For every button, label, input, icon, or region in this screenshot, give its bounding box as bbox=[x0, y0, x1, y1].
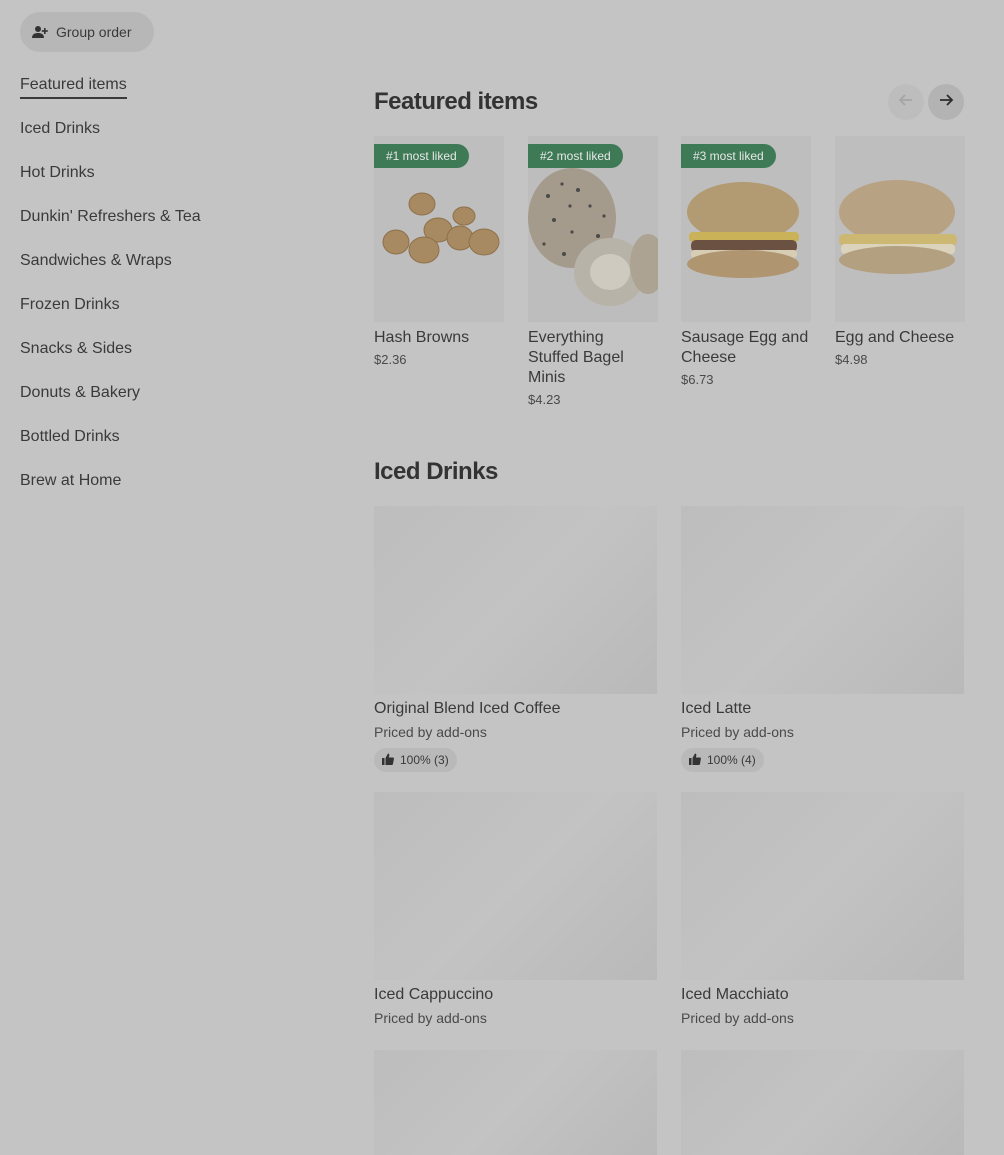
item-image-placeholder bbox=[374, 792, 657, 980]
sidebar-item-sandwiches-wraps[interactable]: Sandwiches & Wraps bbox=[20, 250, 320, 294]
item-price-note: Priced by add-ons bbox=[374, 724, 487, 740]
item-name: Sausage Egg and Cheese bbox=[681, 329, 809, 366]
menu-item-card[interactable]: Iced Latte Priced by add-ons 100% (4) bbox=[681, 506, 964, 772]
sidebar-item-brew-at-home[interactable]: Brew at Home bbox=[20, 470, 320, 514]
menu-item-card[interactable] bbox=[681, 1050, 964, 1155]
carousel-controls bbox=[888, 84, 964, 120]
item-image-placeholder bbox=[681, 506, 964, 694]
menu-item-card[interactable]: Original Blend Iced Coffee Priced by add… bbox=[374, 506, 657, 772]
item-image-placeholder bbox=[681, 792, 964, 980]
rating-text: 100% (3) bbox=[400, 753, 449, 767]
most-liked-badge: #1 most liked bbox=[374, 144, 469, 168]
most-liked-badge: #2 most liked bbox=[528, 144, 623, 168]
most-liked-badge: #3 most liked bbox=[681, 144, 776, 168]
arrow-left-icon bbox=[898, 92, 914, 113]
category-sidebar: Featured items Iced Drinks Hot Drinks Du… bbox=[20, 74, 320, 514]
item-name: Everything Stuffed Bagel Minis bbox=[528, 329, 624, 386]
item-name: Iced Cappuccino bbox=[374, 986, 494, 1003]
item-price: $6.73 bbox=[681, 372, 714, 387]
menu-item-card[interactable]: Iced Cappuccino Priced by add-ons bbox=[374, 792, 657, 1026]
featured-item-card[interactable]: #2 most liked Everything Stuffed Bagel M… bbox=[528, 136, 658, 407]
item-image: #3 most liked bbox=[681, 136, 811, 322]
carousel-prev-button[interactable] bbox=[888, 84, 924, 120]
item-image bbox=[835, 136, 965, 322]
thumbs-up-icon bbox=[382, 753, 394, 768]
item-image-placeholder bbox=[374, 506, 657, 694]
sidebar-item-donuts-bakery[interactable]: Donuts & Bakery bbox=[20, 382, 320, 426]
rating-badge: 100% (4) bbox=[681, 748, 764, 772]
thumbs-up-icon bbox=[689, 753, 701, 768]
item-name: Hash Browns bbox=[374, 329, 470, 346]
featured-carousel: #1 most liked Hash Browns $2.36 #2 most … bbox=[374, 136, 1004, 426]
item-name: Iced Latte bbox=[681, 700, 752, 717]
item-price-note: Priced by add-ons bbox=[681, 724, 794, 740]
sidebar-item-frozen-drinks[interactable]: Frozen Drinks bbox=[20, 294, 320, 338]
item-image: #1 most liked bbox=[374, 136, 504, 322]
menu-item-card[interactable] bbox=[374, 1050, 657, 1155]
rating-badge: 100% (3) bbox=[374, 748, 457, 772]
item-price: $4.98 bbox=[835, 352, 868, 367]
sidebar-item-snacks-sides[interactable]: Snacks & Sides bbox=[20, 338, 320, 382]
sidebar-item-iced-drinks[interactable]: Iced Drinks bbox=[20, 118, 320, 162]
group-order-label: Group order bbox=[56, 24, 132, 40]
featured-item-card[interactable]: #1 most liked Hash Browns $2.36 bbox=[374, 136, 504, 367]
group-order-button[interactable]: Group order bbox=[20, 12, 154, 52]
sidebar-item-hot-drinks[interactable]: Hot Drinks bbox=[20, 162, 320, 206]
item-price-note: Priced by add-ons bbox=[681, 1010, 794, 1026]
arrow-right-icon bbox=[938, 92, 954, 113]
sidebar-item-refreshers-tea[interactable]: Dunkin' Refreshers & Tea bbox=[20, 206, 320, 250]
add-person-icon bbox=[32, 24, 48, 40]
item-price: $4.23 bbox=[528, 392, 561, 407]
sidebar-item-featured-items[interactable]: Featured items bbox=[20, 74, 320, 118]
item-name: Iced Macchiato bbox=[681, 986, 789, 1003]
featured-items-title: Featured items bbox=[374, 88, 538, 115]
sidebar-item-bottled-drinks[interactable]: Bottled Drinks bbox=[20, 426, 320, 470]
featured-item-card[interactable]: #3 most liked Sausage Egg and Cheese $6.… bbox=[681, 136, 811, 387]
rating-text: 100% (4) bbox=[707, 753, 756, 767]
item-image: #2 most liked bbox=[528, 136, 658, 322]
item-price-note: Priced by add-ons bbox=[374, 1010, 487, 1026]
featured-item-card[interactable]: Egg and Cheese $4.98 bbox=[835, 136, 965, 367]
iced-drinks-title: Iced Drinks bbox=[374, 458, 498, 485]
menu-item-card[interactable]: Iced Macchiato Priced by add-ons bbox=[681, 792, 964, 1026]
item-image-placeholder bbox=[681, 1050, 964, 1155]
item-image-placeholder bbox=[374, 1050, 657, 1155]
item-name: Egg and Cheese bbox=[835, 329, 955, 346]
item-price: $2.36 bbox=[374, 352, 407, 367]
item-name: Original Blend Iced Coffee bbox=[374, 700, 561, 717]
carousel-next-button[interactable] bbox=[928, 84, 964, 120]
